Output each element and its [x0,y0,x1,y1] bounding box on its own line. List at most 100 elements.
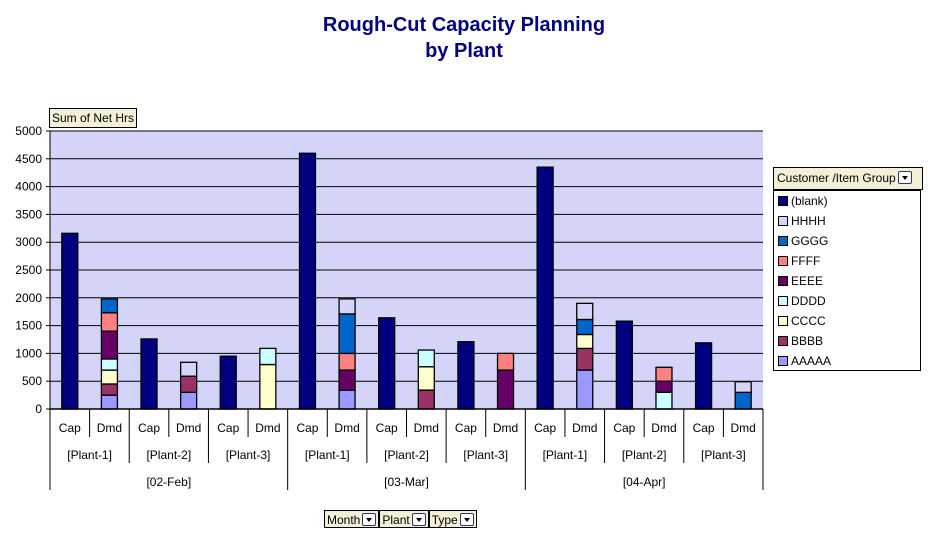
y-tick-label: 5000 [15,124,42,138]
bar-segment-aaaaa [100,394,119,410]
y-tick-label: 1000 [15,346,42,360]
legend-swatch [778,295,788,306]
bar-segment-blank [694,342,713,410]
bar-segment-aaaaa [338,389,356,410]
month-field-label: Month [327,513,361,527]
y-tick-label: 500 [22,374,42,388]
plant-field-button[interactable]: Plant [379,510,429,528]
bar-segment-dddd [100,358,119,371]
x-type-label: Dmd [572,421,597,435]
bar-segment-blank [298,152,317,410]
legend-swatch [778,235,788,246]
bar-segment-gggg [576,318,594,336]
legend-item: BBBB [774,331,920,351]
legend-label: DDDD [791,294,826,308]
legend-swatch [778,275,788,286]
bar-segment-cccc [100,369,119,385]
bar-segment-cccc [259,363,277,410]
x-plant-label: [Plant-1] [305,448,350,462]
bar-segment-ffff [100,312,119,332]
x-plant-label: [Plant-1] [67,448,112,462]
x-plant-label: [Plant-2] [146,448,191,462]
plant-field-label: Plant [382,513,410,527]
legend-item: FFFF [774,251,920,271]
chevron-down-icon[interactable] [459,513,474,527]
x-type-label: Dmd [731,421,756,435]
legend-item: DDDD [774,291,920,311]
bar-segment-eeee [655,380,673,393]
x-type-label: Cap [376,421,398,435]
bar-segment-hhhh [179,361,198,377]
bar-segment-cccc [576,333,594,350]
x-type-label: Cap [59,421,81,435]
x-type-label: Dmd [651,421,676,435]
bar-segment-bbbb [100,383,119,396]
legend-swatch [778,315,788,326]
x-type-label: Cap [217,421,239,435]
bar-segment-dddd [655,391,673,410]
legend-swatch [778,255,788,266]
y-tick-label: 0 [35,402,42,416]
legend-swatch [778,195,788,206]
legend-label: AAAAA [791,354,832,368]
legend-item: HHHH [774,211,920,231]
y-tick-label: 3500 [15,207,42,221]
bar-segment-hhhh [576,302,594,321]
x-plant-label: [Plant-2] [622,448,667,462]
x-type-label: Cap [138,421,160,435]
bar-segment-blank [140,338,158,410]
bar-segment-blank [61,232,79,410]
bar-segment-ffff [655,366,673,382]
legend-swatch [778,215,788,226]
bar-segment-dddd [417,349,435,368]
bar-segment-gggg [100,298,119,314]
y-tick-label: 3000 [15,235,42,249]
chevron-down-icon[interactable] [411,513,426,527]
x-type-label: Dmd [414,421,439,435]
x-plant-label: [Plant-2] [384,448,429,462]
legend-item: GGGG [774,231,920,251]
x-type-label: Cap [296,421,318,435]
x-type-label: Cap [693,421,715,435]
bar-segment-bbbb [576,347,594,371]
legend-label: CCCC [791,314,826,328]
x-type-label: Cap [455,421,477,435]
legend-label: FFFF [791,254,821,268]
bar-segment-blank [219,355,237,410]
month-field-button[interactable]: Month [324,510,380,528]
x-type-label: Dmd [97,421,122,435]
chevron-down-icon[interactable] [897,171,912,185]
x-plant-label: [Plant-3] [701,448,746,462]
y-tick-label: 2000 [15,291,42,305]
x-type-label: Dmd [176,421,201,435]
y-tick-label: 1500 [15,319,42,333]
x-plant-label: [Plant-1] [543,448,588,462]
bar-segment-aaaaa [576,369,594,410]
bar-segment-hhhh [734,381,752,393]
legend-field-button[interactable]: Customer /Item Group [773,167,923,190]
bar-segment-blank [378,317,396,410]
type-field-button[interactable]: Type [428,510,477,528]
bar-segment-bbbb [417,389,435,410]
legend: (blank) HHHH GGGG FFFF EEEE DDDD CCCC BBBB AAAAA [773,190,921,371]
legend-label: GGGG [791,234,829,248]
bar-segment-blank [536,166,554,410]
bar-segment-eeee [338,369,356,391]
x-type-label: Dmd [493,421,518,435]
bar-segment-aaaaa [179,391,198,410]
y-tick-label: 4000 [15,180,42,194]
legend-label: BBBB [791,334,824,348]
chevron-down-icon[interactable] [362,513,377,527]
bar-segment-dddd [259,347,277,366]
x-type-label: Cap [534,421,556,435]
bar-segment-hhhh [338,298,356,315]
y-tick-label: 4500 [15,152,42,166]
legend-item: AAAAA [774,351,920,371]
legend-label: (blank) [791,194,828,208]
bar-segment-eeee [100,330,119,360]
legend-item: (blank) [774,191,920,211]
x-type-label: Dmd [255,421,280,435]
legend-label: EEEE [791,274,824,288]
x-type-label: Cap [613,421,635,435]
bar-segment-gggg [734,391,752,410]
